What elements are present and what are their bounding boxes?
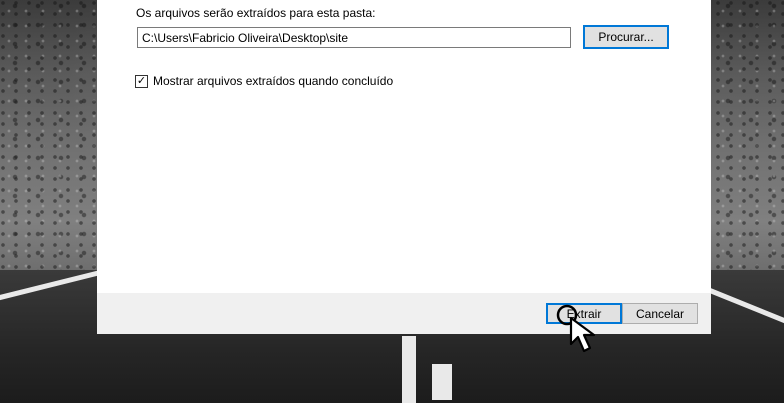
destination-folder-label: Os arquivos serão extraídos para esta pa… [136,6,376,20]
show-extracted-files-option[interactable]: ✓ Mostrar arquivos extraídos quando conc… [135,73,393,89]
dialog-footer: Extrair Cancelar [97,293,711,334]
show-extracted-files-checkbox[interactable]: ✓ [135,74,148,88]
show-extracted-files-label: Mostrar arquivos extraídos quando conclu… [153,74,394,88]
cancel-button[interactable]: Cancelar [622,303,698,324]
destination-path-input[interactable] [137,27,571,48]
browse-button[interactable]: Procurar... [583,25,669,49]
checkmark-icon: ✓ [136,74,147,87]
extract-dialog: Os arquivos serão extraídos para esta pa… [97,0,711,334]
road-center-line [402,336,416,403]
extract-button[interactable]: Extrair [546,303,622,324]
road-center-line [432,364,452,400]
